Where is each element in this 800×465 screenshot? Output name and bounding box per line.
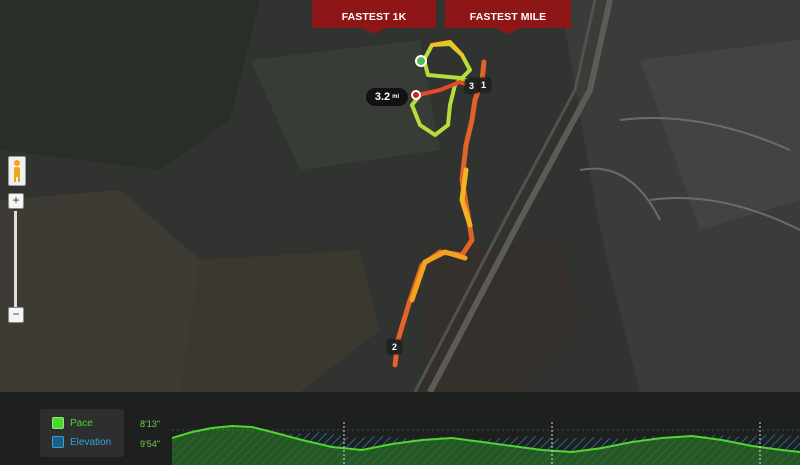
mile-marker-3[interactable]: 3 xyxy=(465,79,478,93)
end-marker xyxy=(411,90,421,100)
legend-pace[interactable]: Pace xyxy=(52,417,93,429)
pace-elevation-chart: Pace Elevation 8'13" 9'54" xyxy=(0,392,800,465)
pace-label-bottom: 9'54" xyxy=(140,439,160,449)
distance-callout: 3.2 mi xyxy=(366,88,408,106)
start-marker xyxy=(415,55,427,67)
pace-swatch xyxy=(52,417,64,429)
zoom-slider[interactable] xyxy=(14,211,17,307)
chart-legend: Pace Elevation xyxy=(40,409,124,457)
legend-elevation-label: Elevation xyxy=(70,436,112,448)
zoom-in-button[interactable]: + xyxy=(8,193,24,209)
pace-area xyxy=(172,426,800,465)
legend-pace-label: Pace xyxy=(70,417,93,429)
zoom-out-button[interactable]: − xyxy=(8,307,24,323)
mile-marker-2[interactable]: 2 xyxy=(388,340,401,354)
legend-elevation[interactable]: Elevation xyxy=(52,436,111,448)
mile-marker-1[interactable]: 1 xyxy=(477,78,490,92)
map-view[interactable]: FASTEST 1K FASTEST MILE 3.2 mi 1 2 3 + − xyxy=(0,0,800,392)
pegman-icon[interactable] xyxy=(8,156,26,186)
satellite-imagery xyxy=(0,0,800,392)
elevation-swatch xyxy=(52,436,64,448)
chart-plot xyxy=(172,422,800,465)
distance-value: 3.2 xyxy=(374,91,391,103)
distance-unit: mi xyxy=(392,94,400,100)
zoom-control: + − xyxy=(6,156,26,326)
pace-label-top: 8'13" xyxy=(140,419,160,429)
